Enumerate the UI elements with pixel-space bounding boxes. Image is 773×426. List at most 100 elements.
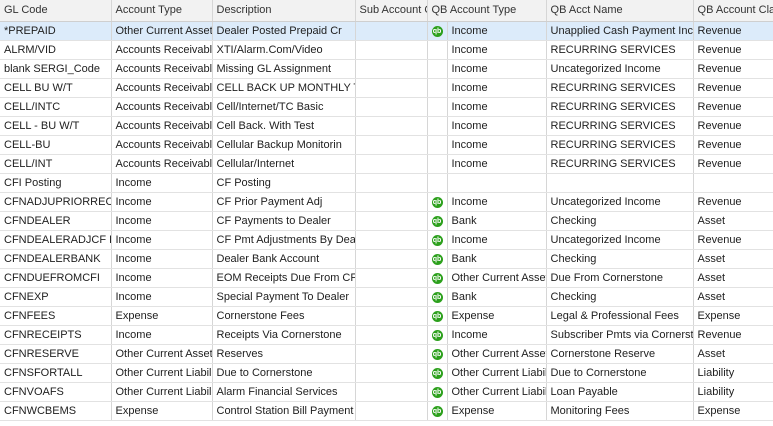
- sub-account-cell[interactable]: [355, 21, 428, 41]
- sub-account-cell[interactable]: [355, 401, 428, 421]
- gl-code-cell[interactable]: *PREPAID: [0, 21, 112, 41]
- qb-acct-name-cell[interactable]: RECURRING SERVICES: [546, 97, 694, 117]
- gl-code-cell[interactable]: ALRM/VID: [0, 40, 112, 60]
- description-cell[interactable]: CF Payments to Dealer: [212, 211, 356, 231]
- qb-account-type-cell[interactable]: [447, 173, 547, 193]
- description-cell[interactable]: Cell/Internet/TC Basic: [212, 97, 356, 117]
- description-cell[interactable]: Cornerstone Fees: [212, 306, 356, 326]
- sub-account-cell[interactable]: [355, 173, 428, 193]
- qb-account-class-cell[interactable]: Asset: [693, 268, 773, 288]
- qb-acct-name-cell[interactable]: RECURRING SERVICES: [546, 78, 694, 98]
- qb-account-type-cell[interactable]: Income: [447, 40, 547, 60]
- description-cell[interactable]: CF Pmt Adjustments By Dealer: [212, 230, 356, 250]
- qb-account-class-cell[interactable]: Revenue: [693, 154, 773, 174]
- account-type-cell[interactable]: Accounts Receivable: [111, 135, 213, 155]
- qb-account-type-cell[interactable]: Income: [447, 59, 547, 79]
- qb-account-type-cell[interactable]: Other Current Liability: [447, 363, 547, 383]
- description-cell[interactable]: Cellular/Internet: [212, 154, 356, 174]
- description-cell[interactable]: Receipts Via Cornerstone: [212, 325, 356, 345]
- qb-account-type-cell[interactable]: Income: [447, 116, 547, 136]
- description-cell[interactable]: CF Prior Payment Adj: [212, 192, 356, 212]
- gl-code-cell[interactable]: CFNEXP: [0, 287, 112, 307]
- qb-account-type-cell[interactable]: Income: [447, 230, 547, 250]
- account-type-cell[interactable]: Other Current Asset: [111, 344, 213, 364]
- sub-account-cell[interactable]: [355, 306, 428, 326]
- gl-code-cell[interactable]: CELL BU W/T: [0, 78, 112, 98]
- table-row[interactable]: CFNEXP Income Special Payment To Dealer qb B…: [0, 287, 773, 307]
- gl-code-cell[interactable]: CFNSFORTALL: [0, 363, 112, 383]
- sub-account-cell[interactable]: [355, 230, 428, 250]
- account-type-cell[interactable]: Income: [111, 211, 213, 231]
- qb-account-type-cell[interactable]: Bank: [447, 249, 547, 269]
- table-row[interactable]: CELL/INTC Accounts Receivable Cell/Interne…: [0, 97, 773, 117]
- qb-acct-name-cell[interactable]: Uncategorized Income: [546, 230, 694, 250]
- account-type-cell[interactable]: Expense: [111, 306, 213, 326]
- sub-account-cell[interactable]: [355, 287, 428, 307]
- description-cell[interactable]: Cell Back. With Test: [212, 116, 356, 136]
- qb-account-class-cell[interactable]: Revenue: [693, 40, 773, 60]
- qb-account-type-cell[interactable]: Income: [447, 97, 547, 117]
- account-type-cell[interactable]: Income: [111, 249, 213, 269]
- qb-account-type-cell[interactable]: Expense: [447, 306, 547, 326]
- description-cell[interactable]: Due to Cornerstone: [212, 363, 356, 383]
- sub-account-cell[interactable]: [355, 382, 428, 402]
- table-row[interactable]: CFNDEALER Income CF Payments to Dealer qb Ba…: [0, 211, 773, 231]
- qb-acct-name-cell[interactable]: RECURRING SERVICES: [546, 154, 694, 174]
- table-row[interactable]: CFNDEALERADJCF PMT Income CF Pmt Adjustmen…: [0, 230, 773, 250]
- gl-code-cell[interactable]: CELL/INTC: [0, 97, 112, 117]
- qb-acct-name-cell[interactable]: [546, 173, 694, 193]
- table-row[interactable]: ALRM/VID Accounts Receivable XTI/Alarm.Com…: [0, 40, 773, 60]
- qb-acct-name-cell[interactable]: Cornerstone Reserve: [546, 344, 694, 364]
- gl-code-cell[interactable]: CELL/INT: [0, 154, 112, 174]
- table-row[interactable]: CFNADJUPRIORRECEIPTIncomeCF Prior Paymen…: [0, 192, 773, 212]
- qb-acct-name-cell[interactable]: Legal & Professional Fees: [546, 306, 694, 326]
- column-header-sub-account-of[interactable]: Sub Account Of: [355, 0, 428, 22]
- qb-account-type-cell[interactable]: Other Current Asset: [447, 344, 547, 364]
- qb-acct-name-cell[interactable]: Loan Payable: [546, 382, 694, 402]
- column-header-description[interactable]: Description: [212, 0, 356, 22]
- qb-acct-name-cell[interactable]: Due From Cornerstone: [546, 268, 694, 288]
- qb-account-class-cell[interactable]: Revenue: [693, 97, 773, 117]
- sub-account-cell[interactable]: [355, 211, 428, 231]
- qb-acct-name-cell[interactable]: RECURRING SERVICES: [546, 116, 694, 136]
- sub-account-cell[interactable]: [355, 116, 428, 136]
- gl-code-cell[interactable]: CFI Posting: [0, 173, 112, 193]
- qb-account-class-cell[interactable]: Revenue: [693, 325, 773, 345]
- qb-account-class-cell[interactable]: Asset: [693, 344, 773, 364]
- gl-code-cell[interactable]: CFNDEALERADJCF PMT: [0, 230, 112, 250]
- qb-account-class-cell[interactable]: Asset: [693, 287, 773, 307]
- account-type-cell[interactable]: Accounts Receivable: [111, 154, 213, 174]
- qb-account-type-cell[interactable]: Expense: [447, 401, 547, 421]
- qb-acct-name-cell[interactable]: Uncategorized Income: [546, 59, 694, 79]
- account-type-cell[interactable]: Other Current Liability: [111, 382, 213, 402]
- sub-account-cell[interactable]: [355, 344, 428, 364]
- sub-account-cell[interactable]: [355, 97, 428, 117]
- qb-account-type-cell[interactable]: Income: [447, 325, 547, 345]
- description-cell[interactable]: CELL BACK UP MONTHLY TEST: [212, 78, 356, 98]
- account-type-cell[interactable]: Other Current Asset: [111, 21, 213, 41]
- table-row[interactable]: CFNRECEIPTS Income Receipts Via Cornerston…: [0, 325, 773, 345]
- account-type-cell[interactable]: Income: [111, 268, 213, 288]
- account-type-cell[interactable]: Income: [111, 173, 213, 193]
- qb-account-class-cell[interactable]: Liability: [693, 382, 773, 402]
- gl-code-cell[interactable]: CFNFEES: [0, 306, 112, 326]
- table-row[interactable]: CELL/INT Accounts Receivable Cellular/Inte…: [0, 154, 773, 174]
- gl-code-cell[interactable]: blank SERGI_Code: [0, 59, 112, 79]
- table-row[interactable]: CFNDEALERBANK Income Dealer Bank Account qb…: [0, 249, 773, 269]
- table-row[interactable]: *PREPAID Other Current Asset Dealer Posted…: [0, 21, 773, 41]
- sub-account-cell[interactable]: [355, 363, 428, 383]
- description-cell[interactable]: CF Posting: [212, 173, 356, 193]
- description-cell[interactable]: Special Payment To Dealer: [212, 287, 356, 307]
- description-cell[interactable]: XTI/Alarm.Com/Video: [212, 40, 356, 60]
- table-row[interactable]: CFNVOAFS Other Current Liability Alarm Fin…: [0, 382, 773, 402]
- sub-account-cell[interactable]: [355, 59, 428, 79]
- qb-acct-name-cell[interactable]: Subscriber Pmts via Cornerstone: [546, 325, 694, 345]
- qb-account-type-cell[interactable]: Income: [447, 21, 547, 41]
- qb-account-class-cell[interactable]: Liability: [693, 363, 773, 383]
- qb-acct-name-cell[interactable]: Checking: [546, 287, 694, 307]
- qb-acct-name-cell[interactable]: RECURRING SERVICES: [546, 40, 694, 60]
- qb-account-class-cell[interactable]: Revenue: [693, 192, 773, 212]
- account-type-cell[interactable]: Income: [111, 325, 213, 345]
- qb-account-type-cell[interactable]: Bank: [447, 287, 547, 307]
- qb-account-type-cell[interactable]: Income: [447, 154, 547, 174]
